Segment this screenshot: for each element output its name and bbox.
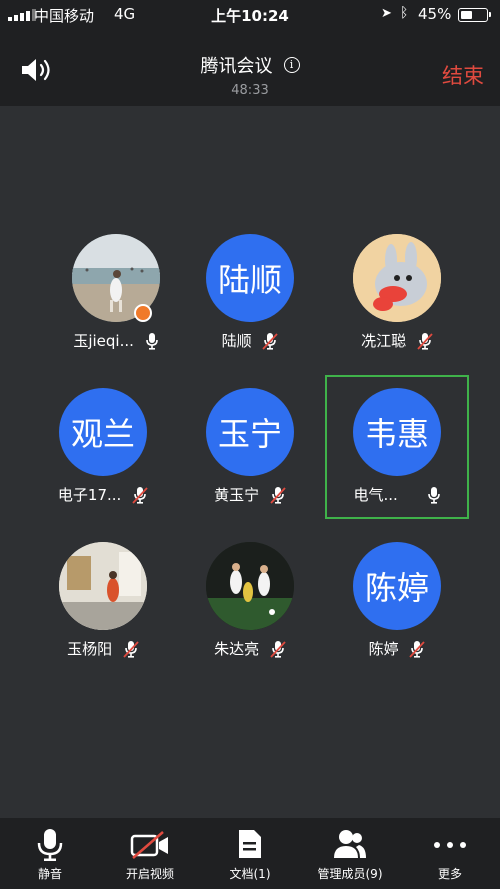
more-button[interactable]: 更多 [400, 818, 500, 889]
participant-name: 玉jieqi... [73, 332, 134, 350]
avatar [59, 542, 147, 630]
video-label: 开启视频 [125, 867, 174, 881]
participant-name: 电气... [353, 486, 398, 504]
participant-name: 陈婷 [368, 640, 399, 658]
mic-muted-icon [270, 486, 286, 504]
mic-muted-icon [262, 332, 279, 350]
mic-on-icon [427, 486, 440, 504]
avatar: 陆顺 [206, 234, 294, 322]
bottom-toolbar: 静音 开启视频 文档(1) 管理成员(9) 更多 [0, 818, 500, 889]
mic-muted-icon [123, 640, 139, 658]
mute-button[interactable]: 静音 [0, 818, 100, 889]
battery-icon [458, 8, 491, 22]
participant-name-row: 冼江聪 [324, 330, 470, 351]
info-icon[interactable]: i [283, 57, 300, 73]
participant-name: 陆顺 [221, 332, 252, 350]
end-meeting-button[interactable]: 结束 [442, 60, 484, 90]
avatar: 玉宁 [206, 388, 294, 476]
participant-grid: 玉jieqi... 陆顺 陆顺 冼江聪 观兰 电子17... 玉宁 黄玉宁 韦惠… [0, 106, 500, 818]
mic-muted-icon [132, 486, 148, 504]
location-icon: ➤ [381, 6, 392, 21]
meeting-title-wrap: 腾讯会议 i [0, 52, 500, 78]
participant-name: 电子17... [57, 486, 122, 504]
participant-name-row: 玉杨阳 [30, 638, 176, 659]
documents-label: 文档(1) [229, 867, 271, 881]
participant-name: 黄玉宁 [214, 486, 260, 504]
participant-name-row: 电气... [327, 484, 467, 505]
mic-muted-icon [270, 640, 286, 658]
participant-tile[interactable]: 玉宁 黄玉宁 [177, 388, 323, 534]
participant-name: 冼江聪 [361, 332, 407, 350]
participant-tile[interactable]: 观兰 电子17... [30, 388, 176, 534]
microphone-icon [37, 829, 63, 861]
participant-tile[interactable]: 玉jieqi... [43, 234, 189, 380]
avatar: 陈婷 [353, 542, 441, 630]
soccer-photo [206, 542, 294, 630]
participant-name: 玉杨阳 [67, 640, 113, 658]
avatar: 观兰 [59, 388, 147, 476]
participant-name-row: 电子17... [30, 484, 176, 505]
participant-tile[interactable]: 陆顺 陆顺 [177, 234, 323, 380]
members-label: 管理成员(9) [317, 867, 383, 881]
participant-tile[interactable]: 冼江聪 [324, 234, 470, 380]
more-label: 更多 [437, 867, 462, 881]
bluetooth-icon: ᛒ [400, 5, 409, 21]
participant-name-row: 朱达亮 [177, 638, 323, 659]
meeting-title: 腾讯会议 [200, 56, 273, 77]
host-badge-icon [134, 304, 152, 322]
cartoon-photo [353, 234, 441, 322]
more-dots-icon [434, 842, 466, 848]
participant-name-row: 陆顺 [177, 330, 323, 351]
start-video-button[interactable]: 开启视频 [100, 818, 200, 889]
participant-name-row: 黄玉宁 [177, 484, 323, 505]
participant-tile[interactable]: 陈婷 陈婷 [324, 542, 470, 688]
participant-name-row: 玉jieqi... [43, 330, 189, 351]
participant-name: 朱达亮 [214, 640, 260, 658]
video-off-icon [130, 831, 168, 859]
meeting-timer: 48:33 [231, 83, 269, 98]
documents-button[interactable]: 文档(1) [200, 818, 300, 889]
participant-tile[interactable]: 玉杨阳 [30, 542, 176, 688]
avatar: 韦惠 [353, 388, 441, 476]
battery-percent: 45% [418, 5, 452, 23]
status-bar: 中国移动 4G 上午10:24 ➤ ᛒ 45% [0, 0, 500, 30]
mic-muted-icon [417, 332, 433, 350]
participant-name-row: 陈婷 [324, 638, 470, 659]
document-icon [239, 830, 261, 858]
room-photo [59, 542, 147, 630]
meeting-header: 腾讯会议 i 48:33 结束 [0, 30, 500, 106]
participant-tile-speaking[interactable]: 韦惠 电气... [325, 375, 469, 519]
members-icon [334, 830, 366, 858]
mic-on-icon [145, 332, 158, 350]
avatar [353, 234, 441, 322]
avatar [206, 542, 294, 630]
manage-members-button[interactable]: 管理成员(9) [300, 818, 400, 889]
mute-label: 静音 [37, 867, 62, 881]
mic-muted-icon [409, 640, 426, 658]
participant-tile[interactable]: 朱达亮 [177, 542, 323, 688]
